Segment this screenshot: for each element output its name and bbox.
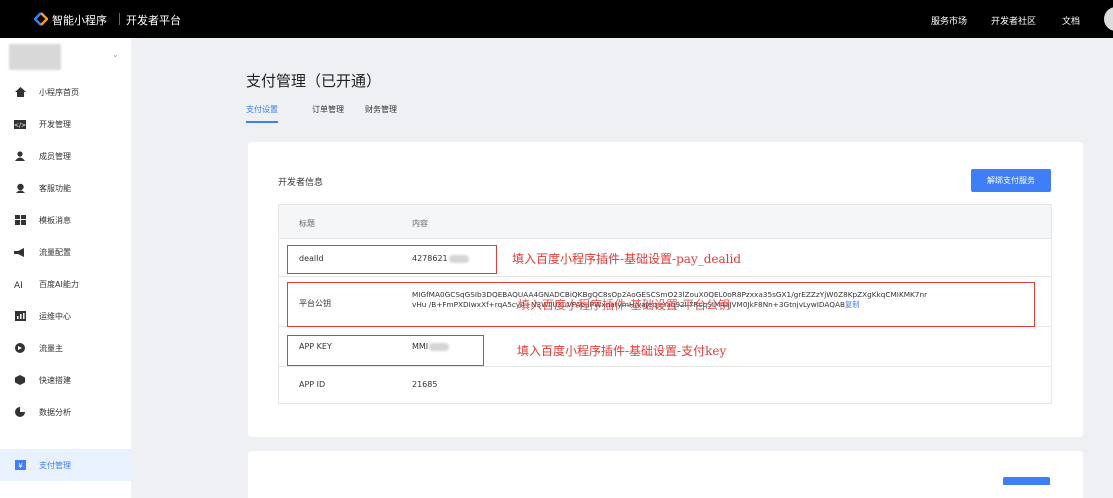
secondary-card-button[interactable] <box>1003 477 1050 485</box>
sidebar-item-payment[interactable]: ¥ 支付管理 <box>0 449 131 481</box>
dealid-highlight-box <box>287 245 497 274</box>
pie-chart-icon <box>14 407 26 417</box>
tab-payment-settings[interactable]: 支付设置 <box>246 104 278 123</box>
table-header: 标题 内容 <box>279 205 1051 239</box>
sidebar-item-label: 支付管理 <box>39 461 71 470</box>
app-key-highlight-box <box>287 335 484 366</box>
ai-icon: AI <box>14 279 26 289</box>
sidebar-item-home[interactable]: 小程序首页 <box>0 76 131 108</box>
secondary-card <box>248 451 1083 498</box>
sidebar: ⌄ 小程序首页 </> 开发管理 成员管理 客服功能 模板消息 流量配置 AI … <box>0 38 131 498</box>
sidebar-item-label: 快速搭建 <box>39 376 71 385</box>
sidebar-item-templates[interactable]: 模板消息 <box>0 204 131 236</box>
sidebar-item-label: 成员管理 <box>39 152 71 161</box>
sidebar-item-label: 客服功能 <box>39 184 71 193</box>
sidebar-item-label: 百度AI能力 <box>39 280 79 289</box>
brand-name[interactable]: 智能小程序 <box>52 12 107 28</box>
bar-chart-icon <box>14 311 26 321</box>
tab-finance-management[interactable]: 财务管理 <box>365 104 397 121</box>
sidebar-item-label: 流量主 <box>39 344 63 353</box>
sidebar-item-dev[interactable]: </> 开发管理 <box>0 108 131 140</box>
tab-order-management[interactable]: 订单管理 <box>312 104 344 121</box>
sidebar-item-label: 流量配置 <box>39 248 71 257</box>
brand-subtitle: 开发者平台 <box>126 14 181 27</box>
sidebar-item-ai[interactable]: AI 百度AI能力 <box>0 268 131 300</box>
dealid-annotation: 填入百度小程序插件-基础设置-pay_dealid <box>512 252 742 266</box>
sidebar-item-ops[interactable]: 运维中心 <box>0 300 131 332</box>
sidebar-item-label: 模板消息 <box>39 216 71 225</box>
avatar[interactable] <box>1104 7 1113 31</box>
header-title: 标题 <box>299 219 315 228</box>
header-content: 内容 <box>412 219 428 228</box>
code-icon: </> <box>14 119 26 129</box>
sidebar-item-traffic-owner[interactable]: 流量主 <box>0 332 131 364</box>
page-title: 支付管理（已开通） <box>246 72 382 90</box>
table-row: APP ID 21685 <box>279 367 1051 403</box>
sidebar-item-label: 运维中心 <box>39 312 71 321</box>
sidebar-item-label: 小程序首页 <box>39 88 79 97</box>
nav-service-market[interactable]: 服务市场 <box>931 14 967 27</box>
nav-docs[interactable]: 文档 <box>1062 14 1080 27</box>
sidebar-item-members[interactable]: 成员管理 <box>0 140 131 172</box>
app-thumbnail <box>9 44 61 70</box>
app-selector[interactable]: ⌄ <box>5 42 125 72</box>
sidebar-item-label: 数据分析 <box>39 408 71 417</box>
headset-icon <box>14 183 26 193</box>
person-icon <box>14 151 26 161</box>
card-title: 开发者信息 <box>278 178 324 188</box>
build-icon <box>14 375 26 385</box>
unbind-payment-button[interactable]: 解绑支付服务 <box>971 169 1051 192</box>
svg-text:AI: AI <box>14 281 23 289</box>
home-icon <box>14 87 26 97</box>
nav-developer-community[interactable]: 开发者社区 <box>991 14 1036 27</box>
public-key-annotation: 填入百度小程序插件-基础设置-平台公钥 <box>518 298 731 312</box>
sidebar-item-label: 开发管理 <box>39 120 71 129</box>
row-key-app-id: APP ID <box>299 380 326 389</box>
logo-icon[interactable] <box>34 12 48 26</box>
sidebar-item-quick-build[interactable]: 快速搭建 <box>0 364 131 396</box>
megaphone-icon <box>14 247 26 257</box>
svg-text:</>: </> <box>14 122 26 129</box>
template-icon <box>14 215 26 225</box>
top-navbar: 智能小程序 开发者平台 服务市场 开发者社区 文档 <box>0 0 1113 38</box>
row-value-app-id: 21685 <box>412 380 438 389</box>
svg-text:¥: ¥ <box>18 462 23 470</box>
brand-divider <box>119 13 120 25</box>
sidebar-item-service[interactable]: 客服功能 <box>0 172 131 204</box>
main-content: 支付管理（已开通） 支付设置 订单管理 财务管理 开发者信息 解绑支付服务 标题… <box>131 38 1113 498</box>
app-key-annotation: 填入百度小程序插件-基础设置-支付key <box>517 344 727 358</box>
sidebar-item-analytics[interactable]: 数据分析 <box>0 396 131 428</box>
sidebar-item-traffic-config[interactable]: 流量配置 <box>0 236 131 268</box>
traffic-icon <box>14 343 26 353</box>
chevron-down-icon[interactable]: ⌄ <box>112 50 119 59</box>
payment-icon: ¥ <box>14 460 26 470</box>
